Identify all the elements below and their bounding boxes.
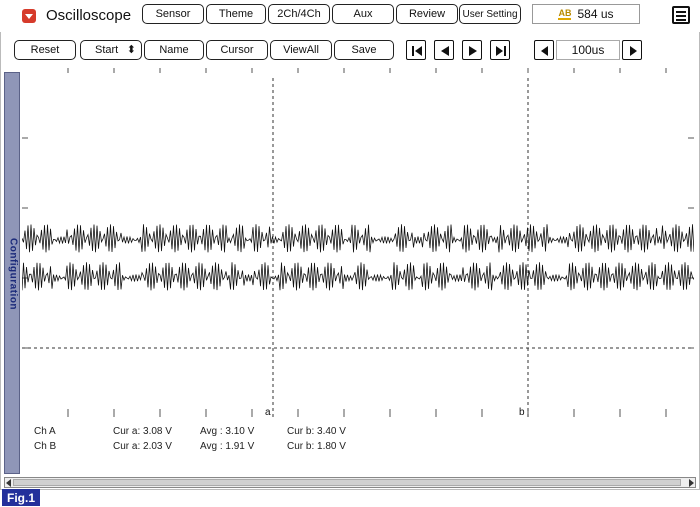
horizontal-scrollbar[interactable] [4,477,696,488]
prev-icon[interactable] [434,40,454,60]
tab-aux[interactable]: Aux [332,4,394,24]
scroll-thumb[interactable] [13,479,681,486]
waveform-plot[interactable]: a b [22,68,694,474]
readout-row-ch-a: Ch A Cur a: 3.08 V Avg : 3.10 V Cur b: 3… [34,426,434,438]
figure-label: Fig.1 [2,489,40,506]
oscilloscope-window: Oscilloscope Sensor Theme 2Ch/4Ch Aux Re… [0,0,700,507]
app-title: Oscilloscope [46,7,132,24]
grid-ticks [22,68,694,417]
readout-channel: Ch B [34,441,57,452]
channel-b-trace [22,262,694,291]
tab-user-setting[interactable]: User Setting [459,4,521,24]
last-icon[interactable] [490,40,510,60]
readout-cur-a: Cur a: 3.08 V [113,426,172,437]
viewall-button[interactable]: ViewAll [270,40,332,60]
start-button-label: Start [95,44,119,56]
readout-avg: Avg : 3.10 V [200,426,255,437]
cursor-readouts: Ch A Cur a: 3.08 V Avg : 3.10 V Cur b: 3… [34,426,434,456]
scroll-right-icon[interactable] [689,479,694,487]
cursor-button[interactable]: Cursor [206,40,268,60]
readout-cur-b: Cur b: 3.40 V [287,426,346,437]
cursor-a-label: a [265,407,271,418]
next-icon[interactable] [462,40,482,60]
cursor-b-label: b [519,407,525,418]
app-menu-icon[interactable] [22,9,36,23]
time-readout-value: 584 us [577,7,614,21]
start-button[interactable]: Start ⬍ [80,40,142,60]
readout-channel: Ch A [34,426,56,437]
start-updown-icon: ⬍ [126,44,136,56]
channel-a-trace [22,224,694,253]
tab-sensor[interactable]: Sensor [142,4,204,24]
tab-review[interactable]: Review [396,4,458,24]
readout-cur-a: Cur a: 2.03 V [113,441,172,452]
tab-2ch-4ch[interactable]: 2Ch/4Ch [268,4,330,24]
save-button[interactable]: Save [334,40,394,60]
readout-cur-b: Cur b: 1.80 V [287,441,346,452]
waveform-canvas: a b [22,68,694,418]
tab-theme[interactable]: Theme [206,4,266,24]
zoom-decrease-icon[interactable] [534,40,554,60]
configuration-panel-tab[interactable]: Configuration [4,72,20,474]
first-icon[interactable] [406,40,426,60]
time-readout: AB 584 us [532,4,640,24]
readout-row-ch-b: Ch B Cur a: 2.03 V Avg : 1.91 V Cur b: 1… [34,441,434,453]
reset-button[interactable]: Reset [14,40,76,60]
zoom-value[interactable]: 100us [556,40,620,60]
readout-avg: Avg : 1.91 V [200,441,255,452]
ab-cursor-icon: AB [558,8,572,20]
scroll-left-icon[interactable] [6,479,11,487]
menu-icon[interactable] [672,6,690,24]
configuration-label: Configuration [7,237,19,311]
name-button[interactable]: Name [144,40,204,60]
zoom-increase-icon[interactable] [622,40,642,60]
title-bar: Oscilloscope Sensor Theme 2Ch/4Ch Aux Re… [0,0,700,32]
